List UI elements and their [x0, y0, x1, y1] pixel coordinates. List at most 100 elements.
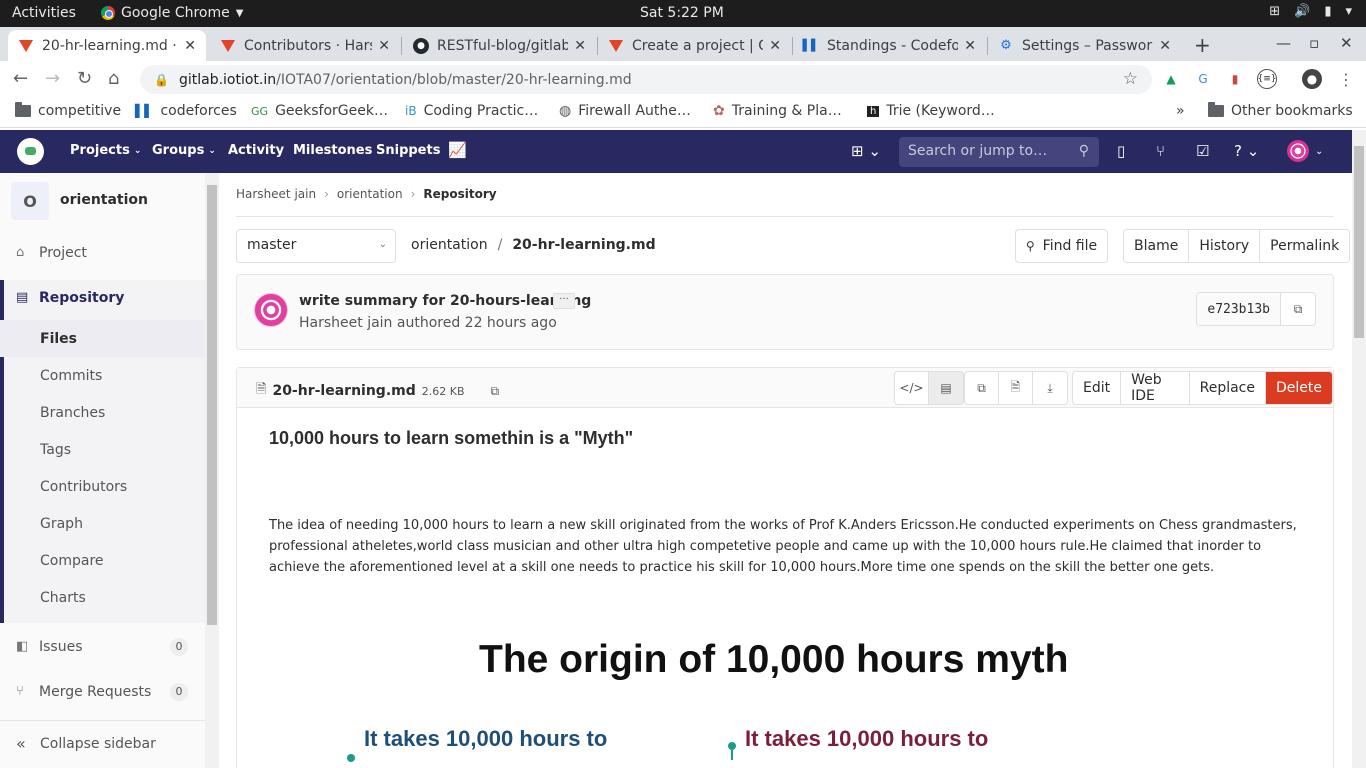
json-viewer-icon[interactable]: {≡}	[1257, 69, 1277, 89]
close-icon[interactable]: ✕	[378, 38, 390, 54]
tab-contributors[interactable]: Contributors · Hars ✕	[210, 30, 400, 61]
copy-icon[interactable]: ⧉	[1281, 293, 1315, 325]
bookmark-firewall[interactable]: ◍ Firewall Authe…	[559, 103, 691, 119]
merge-request-icon[interactable]: ⑂	[1156, 142, 1165, 160]
tab-20-hr-learning[interactable]: 20-hr-learning.md · ✕	[8, 30, 206, 61]
nav-snippets[interactable]: Snippets	[376, 143, 440, 158]
sidebar-item-commits[interactable]: Commits	[0, 357, 205, 394]
sidebar-item-issues[interactable]: ◧ Issues 0	[0, 628, 205, 665]
nav-milestones[interactable]: Milestones	[293, 143, 372, 158]
back-icon[interactable]: ←	[13, 68, 28, 89]
avatar[interactable]	[254, 293, 288, 327]
commit-sha[interactable]: e723b13b	[1197, 293, 1281, 325]
sidebar-item-charts[interactable]: Charts	[0, 579, 205, 616]
gitlab-logo[interactable]	[17, 138, 44, 165]
activities-button[interactable]: Activities	[12, 5, 76, 21]
nav-projects[interactable]: Projects ⌄	[70, 143, 141, 158]
tab-settings[interactable]: ⚙ Settings – Passwor ✕	[988, 30, 1181, 61]
breadcrumb-current[interactable]: Repository	[423, 187, 496, 201]
help-icon[interactable]: ? ⌄	[1234, 142, 1259, 160]
delete-button[interactable]: Delete	[1266, 372, 1332, 404]
rendered-view-icon[interactable]: ▤	[929, 372, 963, 404]
edit-button[interactable]: Edit	[1073, 372, 1122, 404]
other-bookmarks[interactable]: Other bookmarks	[1208, 102, 1353, 119]
tab-create-project[interactable]: Create a project | Gi ✕	[598, 30, 791, 61]
copy-contents-icon[interactable]: ⧉	[965, 372, 999, 404]
close-icon[interactable]: ✕	[574, 38, 586, 54]
page-scrollbar[interactable]	[1352, 130, 1366, 768]
scrollbar-thumb[interactable]	[1354, 146, 1364, 338]
breadcrumb-owner[interactable]: Harsheet jain	[236, 187, 316, 201]
sidebar-item-merge-requests[interactable]: ⑂ Merge Requests 0	[0, 673, 205, 710]
tab-standings[interactable]: ▌▌ Standings - Codefo ✕	[793, 30, 986, 61]
reload-icon[interactable]: ↻	[77, 68, 92, 89]
commit-title[interactable]: write summary for 20-hours-learning	[299, 293, 591, 309]
nav-activity[interactable]: Activity	[228, 143, 284, 158]
ellipsis-button[interactable]: ···	[553, 293, 575, 309]
maximize-icon[interactable]: ▫	[1309, 34, 1319, 52]
sidebar-item-files[interactable]: Files	[0, 320, 205, 357]
close-icon[interactable]: ✕	[184, 38, 196, 54]
user-menu[interactable]: ⌄	[1287, 140, 1323, 162]
scrollbar-thumb[interactable]	[207, 185, 217, 625]
sidebar-item-graph[interactable]: Graph	[0, 505, 205, 542]
bookmark-star-icon[interactable]: ☆	[1123, 69, 1138, 89]
profile-avatar[interactable]: ●	[1302, 69, 1322, 89]
bookmark-coding-practice[interactable]: iB Coding Practic…	[405, 103, 538, 119]
web-ide-button[interactable]: Web IDE	[1121, 372, 1190, 404]
bookmark-trie[interactable]: h Trie (Keyword…	[867, 103, 995, 119]
menu-icon[interactable]: ⋮	[1336, 69, 1356, 89]
close-icon[interactable]: ✕	[769, 38, 781, 54]
system-tray[interactable]: ⊞ 🔊 ▮ ▾	[1269, 4, 1352, 19]
raw-file-icon[interactable]: 🗎	[999, 372, 1033, 404]
nav-groups[interactable]: Groups ⌄	[152, 143, 216, 158]
translate-icon[interactable]: G	[1193, 69, 1213, 89]
bookmark-training[interactable]: ✿ Training & Pla…	[713, 103, 842, 119]
sidebar-toggle-icon[interactable]: ▯	[1117, 142, 1125, 160]
home-icon[interactable]: ⌂	[108, 68, 119, 89]
blame-button[interactable]: Blame	[1124, 230, 1190, 262]
close-icon[interactable]: ✕	[1159, 38, 1171, 54]
sidebar-item-branches[interactable]: Branches	[0, 394, 205, 431]
copy-icon[interactable]: ⧉	[491, 384, 500, 399]
forward-icon[interactable]: →	[45, 68, 60, 89]
google-drive-icon[interactable]: ▲	[1161, 69, 1181, 89]
bullet-dot	[347, 754, 355, 762]
replace-button[interactable]: Replace	[1189, 372, 1266, 404]
collapse-sidebar-button[interactable]: « Collapse sidebar	[0, 720, 205, 768]
tab-restful-blog[interactable]: ● RESTful-blog/gitlab ✕	[403, 30, 596, 61]
bookmark-geeksforgeeks[interactable]: GG GeeksforGeek…	[251, 103, 388, 119]
code-icon[interactable]: </>	[895, 372, 929, 404]
new-item-icon[interactable]: ⊞ ⌄	[851, 142, 881, 160]
bookmark-codeforces[interactable]: ▌▌ codeforces	[135, 103, 237, 119]
new-tab-button[interactable]: +	[1194, 33, 1211, 57]
bookmark-competitive[interactable]: competitive	[15, 102, 121, 119]
search-input[interactable]: Search or jump to… ⚲	[899, 137, 1099, 167]
todo-icon[interactable]: ☑	[1196, 142, 1209, 160]
branch-selector[interactable]: master ⌄	[236, 229, 396, 263]
address-bar[interactable]: 🔒 gitlab.iotiot.in/IOTA07/orientation/bl…	[140, 65, 1152, 94]
app-menu[interactable]: Google Chrome ▼	[101, 5, 243, 21]
sidebar-item-tags[interactable]: Tags	[0, 431, 205, 468]
permalink-button[interactable]: Permalink	[1260, 230, 1350, 262]
sidebar-item-project[interactable]: ⌂ Project	[0, 234, 205, 271]
sidebar-item-compare[interactable]: Compare	[0, 542, 205, 579]
close-window-icon[interactable]: ✕	[1340, 34, 1353, 52]
last-commit: write summary for 20-hours-learning ··· …	[236, 274, 1334, 350]
path-root[interactable]: orientation	[411, 237, 488, 253]
sidebar-item-contributors[interactable]: Contributors	[0, 468, 205, 505]
extension-icon[interactable]: ▮	[1225, 69, 1245, 89]
chart-icon[interactable]: 📈	[448, 141, 467, 159]
download-icon[interactable]: ⤓	[1033, 372, 1067, 404]
sidebar-item-repository[interactable]: ▤ Repository	[0, 279, 205, 316]
breadcrumb-project[interactable]: orientation	[337, 187, 403, 201]
close-icon[interactable]: ✕	[964, 38, 976, 54]
clock[interactable]: Sat 5:22 PM	[640, 5, 724, 21]
project-header[interactable]: O orientation	[0, 173, 205, 229]
minimize-icon[interactable]: —	[1276, 34, 1291, 52]
find-file-button[interactable]: ⚲ Find file	[1015, 229, 1108, 263]
bookmarks-overflow-button[interactable]: »	[1176, 103, 1185, 119]
breadcrumb: Harsheet jain › orientation › Repository	[236, 187, 497, 201]
sidebar-scrollbar[interactable]	[205, 173, 219, 768]
history-button[interactable]: History	[1189, 230, 1261, 262]
